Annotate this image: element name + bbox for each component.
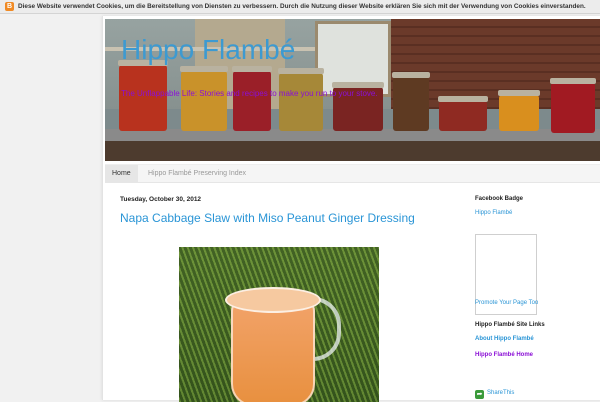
header-jar — [180, 66, 228, 131]
sharethis-icon[interactable]: ➦ — [475, 390, 484, 399]
sharethis-link[interactable]: ShareThis — [487, 390, 514, 396]
tab-preserving-index[interactable]: Hippo Flambé Preserving Index — [141, 165, 253, 182]
header-jar — [278, 68, 324, 131]
facebook-badge-name-link[interactable]: Hippo Flambé — [475, 210, 512, 216]
blog-content-wrapper: Hippo Flambé The Unflappable Life: Stori… — [102, 16, 600, 402]
header-jar — [550, 78, 596, 133]
home-link[interactable]: Hippo Flambé Home — [475, 352, 533, 358]
cookie-notice-bar: B Diese Website verwendet Cookies, um di… — [0, 0, 600, 14]
header-jar — [232, 66, 272, 131]
page-tabs: Home Hippo Flambé Preserving Index — [105, 164, 600, 183]
blog-title[interactable]: Hippo Flambé — [121, 34, 295, 66]
blog-header: Hippo Flambé The Unflappable Life: Stori… — [105, 19, 600, 161]
photo-jug-rim — [225, 287, 321, 313]
cookie-notice-text: Diese Website verwendet Cookies, um die … — [18, 3, 586, 10]
post-date: Tuesday, October 30, 2012 — [120, 196, 202, 203]
about-link[interactable]: About Hippo Flambé — [475, 336, 534, 342]
header-photo-railing — [105, 141, 600, 161]
blog-description: The Unflappable Life: Stories and recipe… — [121, 89, 378, 98]
facebook-badge-heading: Facebook Badge — [475, 196, 524, 202]
header-jar — [438, 96, 488, 131]
promote-page-link[interactable]: Promote Your Page Too — [475, 300, 538, 306]
header-jar — [498, 90, 540, 131]
header-jar — [392, 72, 430, 131]
header-jar — [118, 60, 168, 131]
post-title[interactable]: Napa Cabbage Slaw with Miso Peanut Ginge… — [120, 211, 415, 225]
post-photo[interactable] — [179, 247, 379, 402]
site-links-heading: Hippo Flambé Site Links — [475, 322, 545, 328]
tab-home[interactable]: Home — [105, 165, 138, 182]
blogger-icon: B — [5, 2, 14, 11]
